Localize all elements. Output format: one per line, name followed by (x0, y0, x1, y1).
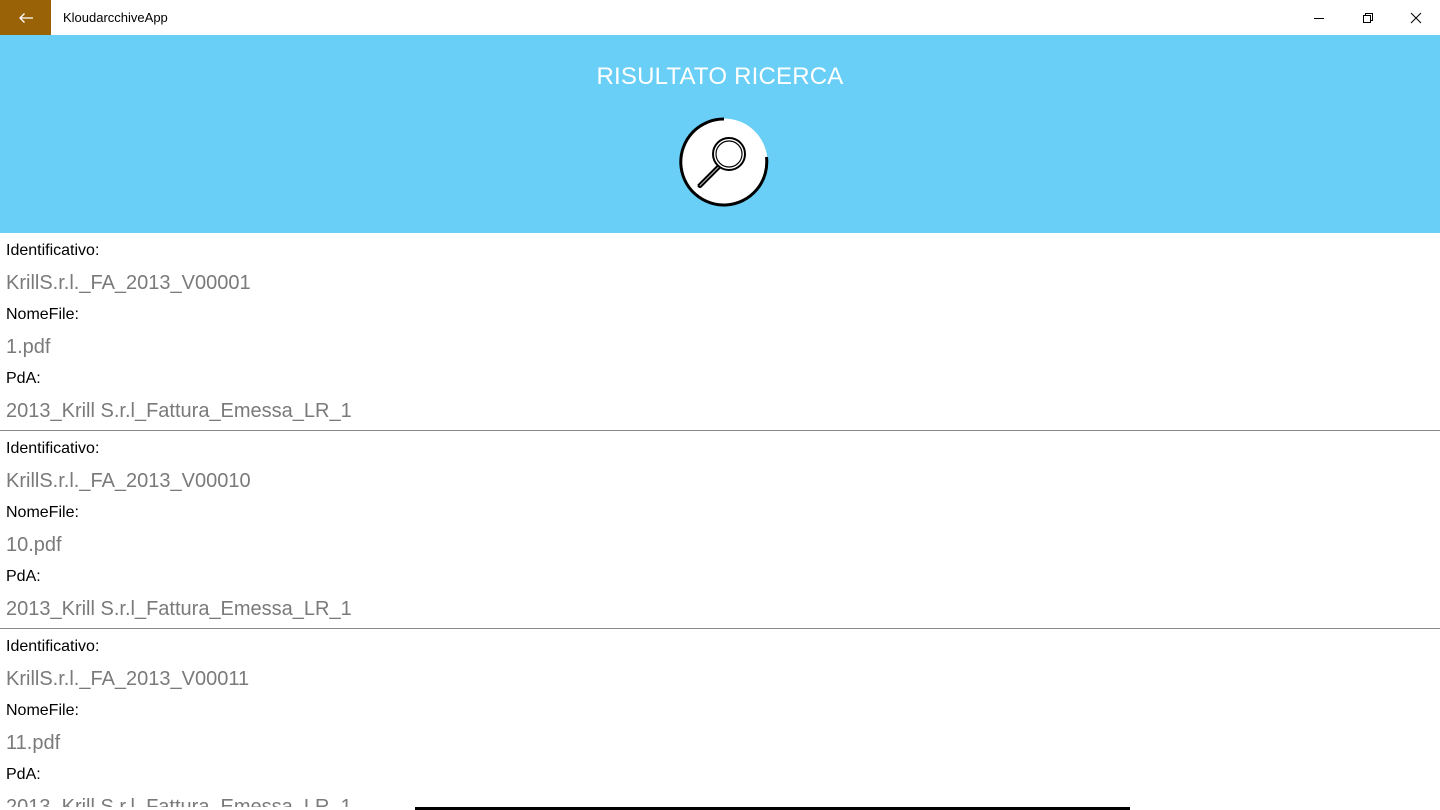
pda-label: PdA: (6, 568, 41, 585)
nomefile-value: 10.pdf (6, 534, 62, 556)
close-button[interactable] (1392, 0, 1440, 35)
results-list[interactable]: Identificativo: KrillS.r.l._FA_2013_V000… (0, 233, 1440, 810)
restore-button[interactable] (1344, 0, 1392, 35)
identificativo-value: KrillS.r.l._FA_2013_V00010 (6, 470, 251, 492)
header-banner: RISULTATO RICERCA (0, 35, 1440, 233)
list-item[interactable]: Identificativo: KrillS.r.l._FA_2013_V000… (0, 431, 1440, 629)
nomefile-label: NomeFile: (6, 702, 79, 719)
pda-label: PdA: (6, 766, 41, 783)
identificativo-label: Identificativo: (6, 242, 100, 259)
arrow-left-icon (18, 12, 33, 23)
window-controls (1295, 0, 1440, 35)
identificativo-value: KrillS.r.l._FA_2013_V00001 (6, 272, 251, 294)
close-icon (1410, 12, 1422, 23)
nomefile-value: 1.pdf (6, 336, 51, 358)
app-title: KloudarcchiveApp (63, 10, 168, 25)
app-window: KloudarcchiveApp RISULTATO RICERCA Ident… (0, 0, 1440, 810)
search-button[interactable] (679, 115, 769, 209)
pda-value: 2013_Krill S.r.l_Fattura_Emessa_LR_1 (6, 400, 352, 422)
identificativo-value: KrillS.r.l._FA_2013_V00011 (6, 668, 250, 690)
nomefile-value: 11.pdf (6, 732, 61, 754)
identificativo-label: Identificativo: (6, 638, 100, 655)
pda-value: 2013_Krill S.r.l_Fattura_Emessa_LR_1 (6, 598, 352, 620)
nomefile-label: NomeFile: (6, 306, 79, 323)
minimize-icon (1314, 17, 1324, 19)
back-button[interactable] (0, 0, 51, 35)
list-item[interactable]: Identificativo: KrillS.r.l._FA_2013_V000… (0, 629, 1440, 810)
search-icon (679, 117, 769, 207)
list-item[interactable]: Identificativo: KrillS.r.l._FA_2013_V000… (0, 233, 1440, 431)
restore-icon (1363, 12, 1373, 23)
page-title: RISULTATO RICERCA (596, 63, 844, 90)
identificativo-label: Identificativo: (6, 440, 100, 457)
nomefile-label: NomeFile: (6, 504, 79, 521)
pda-label: PdA: (6, 370, 41, 387)
title-bar: KloudarcchiveApp (0, 0, 1440, 35)
minimize-button[interactable] (1295, 0, 1343, 35)
